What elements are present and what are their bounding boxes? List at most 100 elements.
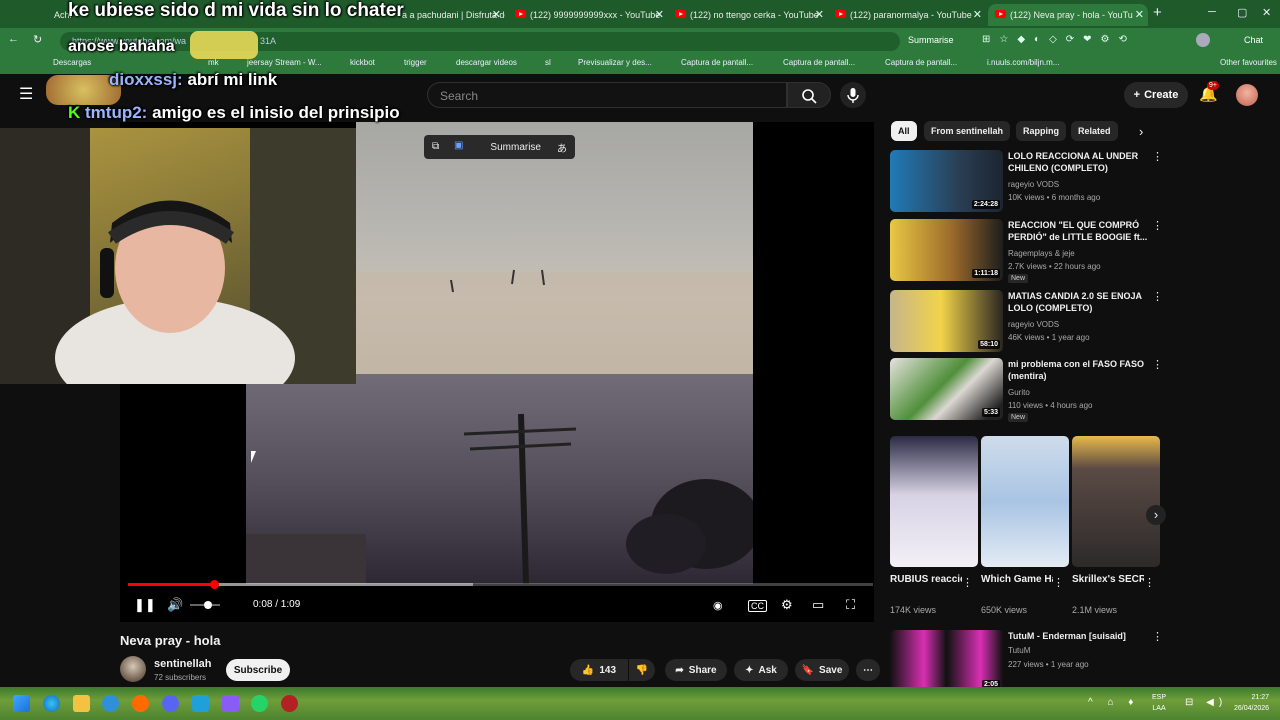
capture-icon[interactable]: ▣ [454,140,463,151]
rec-menu-icon[interactable]: ⋮ [1152,358,1163,371]
short-title-1[interactable]: RUBIUS reacciona a... [890,574,962,585]
bookmark-descargas[interactable]: Descargas [53,58,91,67]
rec-title-5[interactable]: TutuM - Enderman [suisaid] [1008,630,1153,642]
chip-related[interactable]: Related [1071,121,1118,141]
ask-button[interactable]: ✦ Ask [734,659,788,681]
bookmark-descargar-videos[interactable]: descargar videos [456,58,517,67]
bookmark-sl[interactable]: sl [545,58,551,67]
rec-thumbnail-5[interactable]: 2:05 [890,630,1003,692]
network-volume-icons[interactable]: ⊟ ◀) [1185,697,1227,708]
tray-icons[interactable]: ^ ⌂ ♦ [1088,697,1139,708]
chip-from-sentinellah[interactable]: From sentinellah [924,121,1011,141]
rec-channel-5[interactable]: TutuM [1008,646,1030,655]
rec-menu-icon[interactable]: ⋮ [1152,219,1163,232]
tab-1[interactable]: Achie... [32,4,72,26]
bookmark-other-favourites[interactable]: Other favourites [1220,58,1277,67]
rec-video-3[interactable]: 58:10 MATIAS CANDIA 2.0 SE ENOJA LOLO (C… [890,290,1170,352]
chip-rapping[interactable]: Rapping [1016,121,1066,141]
app-icon-blue[interactable] [192,695,209,712]
edge-icon[interactable] [43,695,60,712]
rec-thumbnail-2[interactable]: 1:11:18 [890,219,1003,281]
autoplay-toggle[interactable]: ◉ [713,599,723,612]
bookmark-mk[interactable]: mk [208,58,219,67]
short-title-3[interactable]: Skrillex's SECRET To ... [1072,574,1144,585]
progress-scrubber[interactable] [210,580,219,589]
rec-menu-icon[interactable]: ⋮ [1152,290,1163,303]
short-thumbnail-1[interactable] [890,436,978,567]
miniplayer-icon[interactable]: ▭ [812,597,824,613]
app-icon-purple[interactable] [222,695,239,712]
bookmark-captura-3[interactable]: Captura de pantall... [885,58,957,67]
whatsapp-icon[interactable] [251,695,268,712]
url-field[interactable]: https://www.youtube.com/wa 31A [60,32,900,51]
rec-thumbnail-3[interactable]: 58:10 [890,290,1003,352]
short-menu-icon[interactable]: ⋮ [962,576,973,589]
short-thumbnail-2[interactable] [981,436,1069,567]
rec-video-1[interactable]: 2:24:28 LOLO REACCIONA AL UNDER CHILENO … [890,150,1170,212]
rec-title-1[interactable]: LOLO REACCIONA AL UNDER CHILENO (COMPLET… [1008,150,1153,174]
new-tab-icon[interactable]: + [1153,4,1162,21]
rec-video-4[interactable]: 5:33 mi problema con el FASO FASO (menti… [890,358,1170,422]
profile-avatar[interactable] [1196,33,1210,47]
rec-video-5[interactable]: 2:05 TutuM - Enderman [suisaid] TutuM 22… [890,630,1170,692]
pause-icon[interactable]: ❚❚ [134,597,156,613]
rec-video-2[interactable]: 1:11:18 REACCION "EL QUE COMPRÓ PERDIÓ" … [890,219,1170,283]
rec-channel-4[interactable]: Gurito [1008,388,1030,397]
settings-icon[interactable]: ⚙ [781,597,793,613]
fullscreen-icon[interactable]: ⛶ [846,597,855,613]
menu-icon[interactable]: ☰ [19,84,33,104]
save-button[interactable]: 🔖 Save [795,659,849,681]
translate-icon[interactable]: あ [557,140,567,155]
summarise-button[interactable]: Summarise [908,35,954,45]
extension-icons[interactable]: ⊞☆◆◐◇⟳❤⚙⟲ [982,34,1136,45]
rec-title-3[interactable]: MATIAS CANDIA 2.0 SE ENOJA LOLO (COMPLET… [1008,290,1153,314]
rec-menu-icon[interactable]: ⋮ [1152,630,1163,643]
reload-icon[interactable]: ↻ [33,33,42,46]
bookmark-captura-2[interactable]: Captura de pantall... [783,58,855,67]
back-icon[interactable]: ← [8,33,19,45]
bookmark-kickbot[interactable]: kickbot [350,58,375,67]
rec-menu-icon[interactable]: ⋮ [1152,150,1163,163]
bookmark-nuuls[interactable]: i.nuuls.com/biljn.m... [987,58,1059,67]
clock[interactable]: 21:27 26/04/2026 [1234,692,1269,714]
volume-knob[interactable] [204,601,212,609]
chips-next-icon[interactable]: › [1139,124,1143,139]
close-icon[interactable]: ✕ [655,8,664,21]
channel-name[interactable]: sentinellah [154,658,211,670]
account-avatar[interactable] [1236,84,1258,106]
player-summarise-button[interactable]: ⧉ ▣ Summarise あ [424,135,575,159]
short-menu-icon[interactable]: ⋮ [1144,576,1155,589]
bookmark-previsualizar[interactable]: Previsualizar y des... [578,58,652,67]
copilot-chat-button[interactable]: Chat [1244,35,1263,45]
file-explorer-icon[interactable] [73,695,90,712]
like-button[interactable]: 👍 143 [570,659,628,681]
rec-channel-3[interactable]: rageyio VODS [1008,320,1059,329]
short-menu-icon[interactable]: ⋮ [1053,576,1064,589]
rec-title-4[interactable]: mi problema con el FASO FASO (mentira) [1008,358,1153,382]
channel-avatar[interactable] [120,656,146,682]
windows-start-icon[interactable] [13,695,30,712]
tab-5[interactable]: (122) paranormalya - YouTube ✕ [828,4,986,26]
search-button[interactable] [787,82,831,108]
bookmark-jeersay[interactable]: jeersay Stream - W... [247,58,322,67]
bookmark-trigger[interactable]: trigger [404,58,427,67]
bookmark-captura-1[interactable]: Captura de pantall... [681,58,753,67]
discord-icon[interactable] [162,695,179,712]
dislike-button[interactable]: 👎 [629,659,655,681]
close-icon[interactable]: ✕ [492,8,501,21]
rec-channel-1[interactable]: rageyio VODS [1008,180,1059,189]
maximize-icon[interactable]: ▢ [1237,6,1247,19]
window-close-icon[interactable]: ✕ [1262,6,1271,19]
language-indicator[interactable]: ESP LAA [1152,692,1166,714]
rec-thumbnail-1[interactable]: 2:24:28 [890,150,1003,212]
tab-3[interactable]: (122) 9999999999xxx - YouTube ✕ [508,4,668,26]
browser-icon[interactable] [102,695,119,712]
search-input[interactable]: Search [427,82,787,108]
more-actions-button[interactable]: ⋯ [856,659,880,681]
create-button[interactable]: + Create [1124,82,1188,108]
rec-thumbnail-4[interactable]: 5:33 [890,358,1003,420]
mic-button[interactable] [840,82,866,108]
share-button[interactable]: ➦ Share [665,659,727,681]
subscribe-button[interactable]: Subscribe [226,659,290,681]
close-icon[interactable]: ✕ [815,8,824,21]
